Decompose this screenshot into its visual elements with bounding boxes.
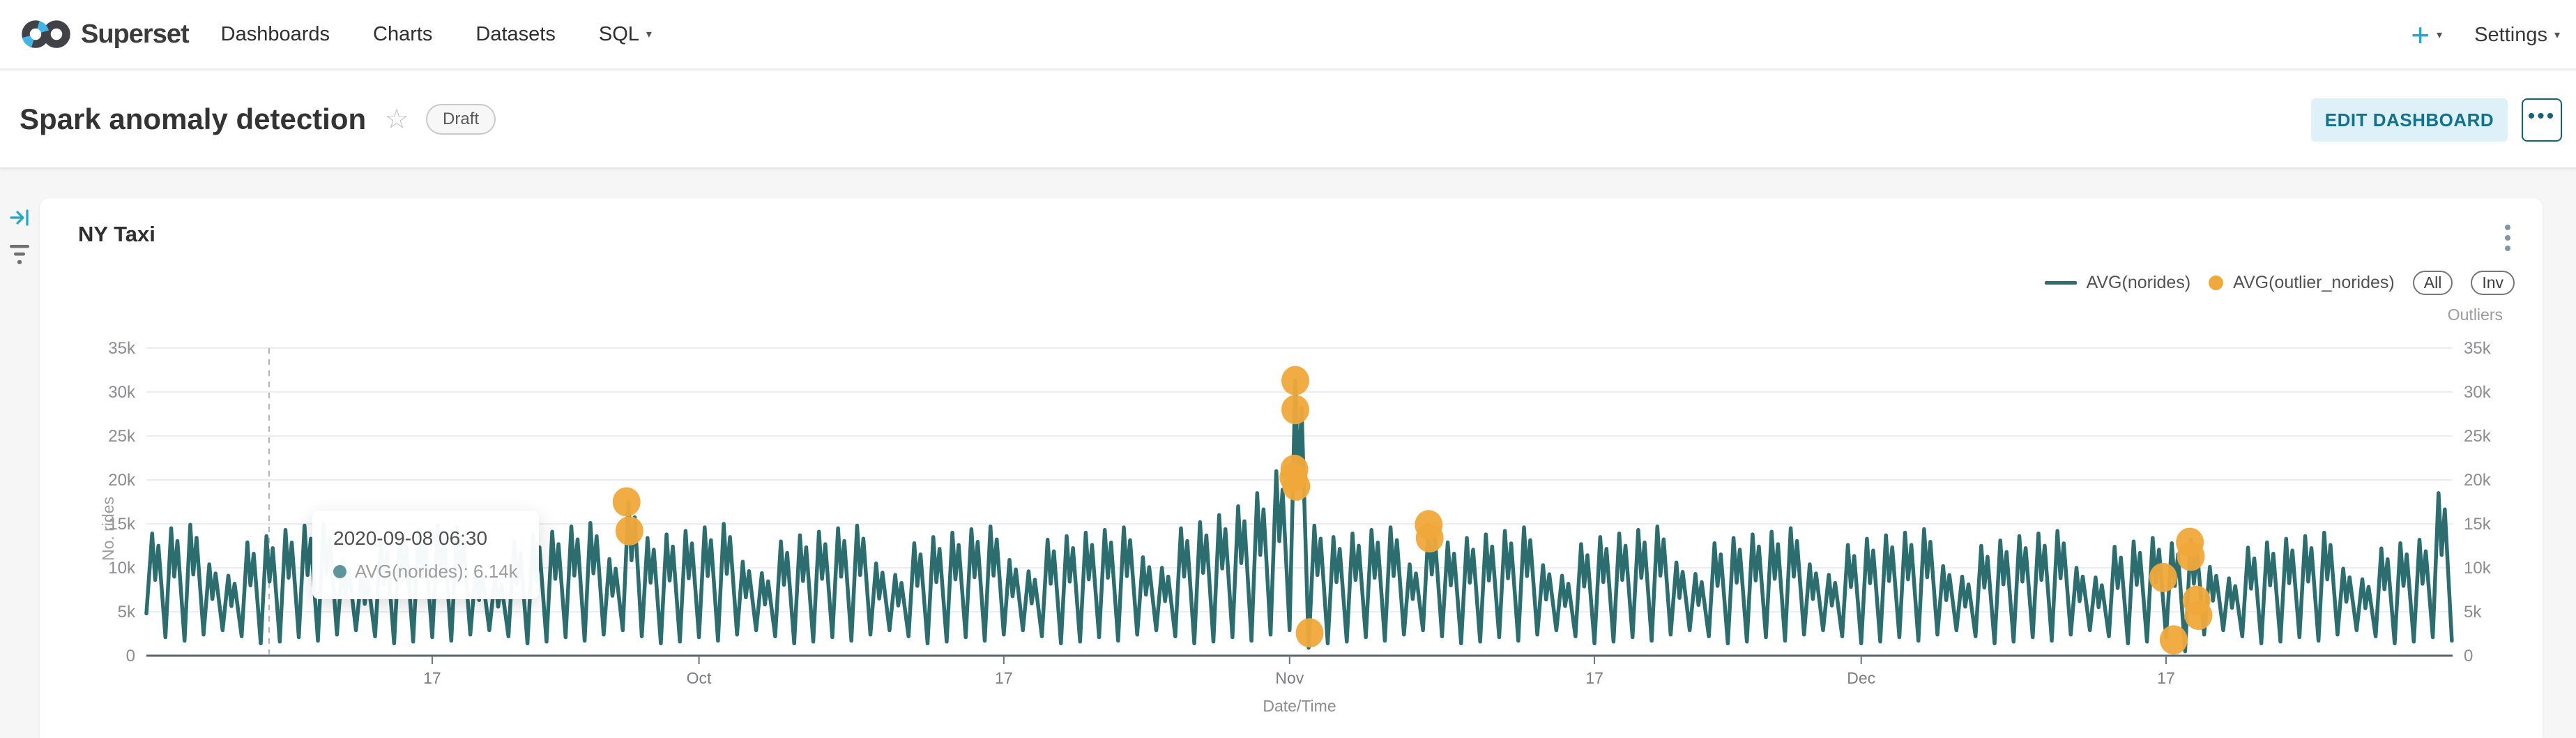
plus-icon: + bbox=[2411, 19, 2430, 51]
brand[interactable]: Superset bbox=[20, 13, 189, 56]
nav-item-datasets[interactable]: Datasets bbox=[475, 23, 555, 46]
dashboard-menu-button[interactable]: ••• bbox=[2522, 98, 2562, 142]
nav-right: + ▾ Settings ▾ bbox=[2411, 0, 2560, 70]
superset-logo-icon bbox=[20, 13, 73, 56]
settings-menu[interactable]: Settings ▾ bbox=[2474, 24, 2560, 47]
nav-item-charts[interactable]: Charts bbox=[373, 23, 432, 46]
tooltip-date: 2020-09-08 06:30 bbox=[333, 527, 518, 550]
edit-dashboard-button[interactable]: EDIT DASHBOARD bbox=[2311, 98, 2508, 142]
chevron-down-icon: ▾ bbox=[2554, 28, 2560, 42]
page-title: Spark anomaly detection bbox=[20, 103, 366, 136]
legend-dot-swatch bbox=[2209, 276, 2223, 290]
navbar: Superset Dashboards Charts Datasets SQL▾… bbox=[0, 0, 2576, 70]
outliers-inv-button[interactable]: Inv bbox=[2471, 271, 2515, 295]
legend: AVG(norides) AVG(outlier_norides) All In… bbox=[2045, 271, 2515, 295]
draft-badge: Draft bbox=[426, 104, 496, 135]
dashboard-header: Spark anomaly detection ☆ Draft EDIT DAS… bbox=[0, 71, 2576, 169]
chart-menu-kebab-icon[interactable] bbox=[2505, 225, 2510, 251]
page: Superset Dashboards Charts Datasets SQL▾… bbox=[0, 0, 2576, 738]
chart-tooltip: 2020-09-08 06:30 AVG(norides): 6.14k bbox=[312, 511, 539, 599]
legend-line-swatch bbox=[2045, 281, 2077, 285]
expand-filter-bar-icon[interactable] bbox=[9, 206, 31, 229]
chevron-down-icon: ▾ bbox=[2437, 28, 2442, 42]
outliers-label: Outliers bbox=[2448, 306, 2503, 324]
favorite-star-icon[interactable]: ☆ bbox=[384, 105, 409, 133]
tooltip-series-row: AVG(norides): 6.14k bbox=[333, 561, 518, 582]
tooltip-series-dot bbox=[333, 565, 346, 578]
legend-item-outlier-norides[interactable]: AVG(outlier_norides) bbox=[2209, 273, 2395, 293]
nav-links: Dashboards Charts Datasets SQL▾ bbox=[221, 23, 652, 46]
outliers-all-button[interactable]: All bbox=[2413, 271, 2453, 295]
chevron-down-icon: ▾ bbox=[646, 27, 652, 41]
ellipsis-icon: ••• bbox=[2528, 106, 2556, 134]
tooltip-series-value: AVG(norides): 6.14k bbox=[355, 561, 518, 582]
nav-item-dashboards[interactable]: Dashboards bbox=[221, 23, 330, 46]
filter-icon[interactable] bbox=[7, 243, 32, 266]
chart-title: NY Taxi bbox=[78, 222, 155, 247]
new-item-button[interactable]: + ▾ bbox=[2411, 19, 2442, 51]
legend-item-norides[interactable]: AVG(norides) bbox=[2045, 273, 2191, 293]
brand-text: Superset bbox=[81, 20, 189, 50]
nav-item-sql[interactable]: SQL▾ bbox=[599, 23, 652, 46]
